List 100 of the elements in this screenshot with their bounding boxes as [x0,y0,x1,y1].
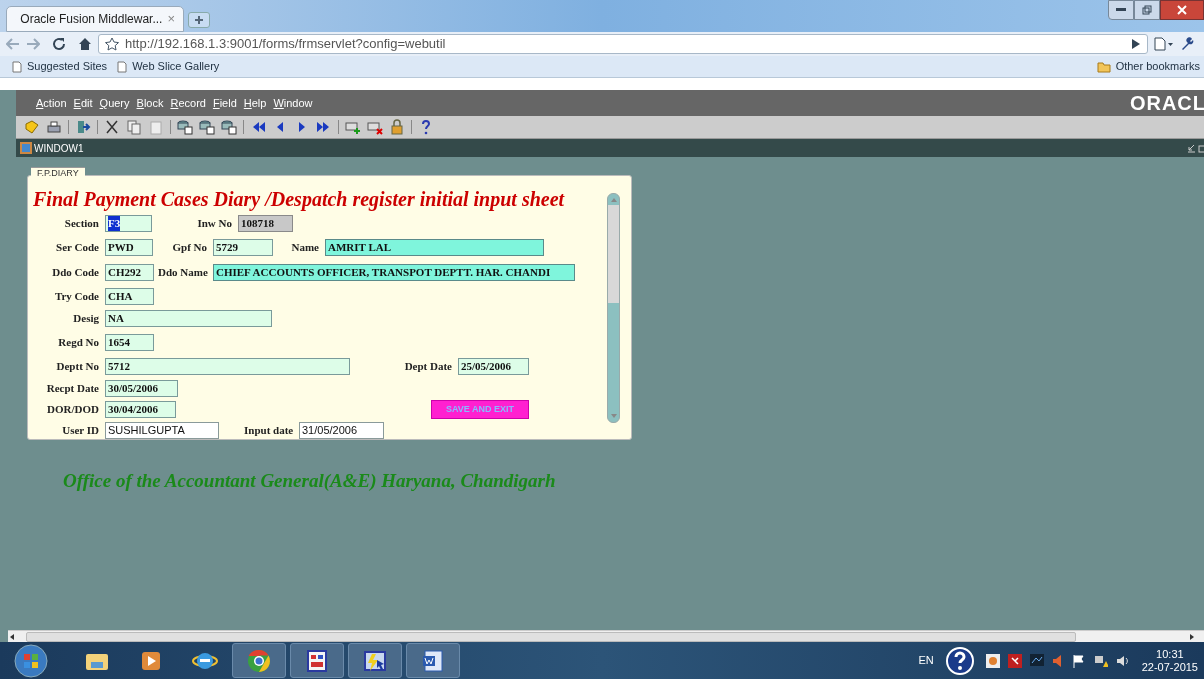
menu-item[interactable]: Help [243,94,267,112]
form-grid-icon[interactable] [304,647,330,674]
monitor-icon[interactable] [1029,653,1044,668]
shield-icon[interactable] [1007,653,1022,668]
form-title: Final Payment Cases Diary /Despatch register initial input sheet [33,187,566,211]
horizontal-scrollbar[interactable] [8,630,1204,642]
restore-icon [1142,5,1152,15]
minimize-icon[interactable] [1186,143,1196,153]
input-field[interactable]: 31/05/2006 [299,422,384,439]
field-label: Inw No [197,216,232,232]
field-label: Deptt No [55,358,99,374]
star-icon[interactable] [105,37,119,51]
clock[interactable]: 10:31 22-07-2015 [1141,647,1198,674]
input-field[interactable]: CHA [105,287,154,305]
input-field[interactable]: AMRIT LAL [325,239,544,256]
delete-record-icon[interactable] [367,119,383,135]
field-label: User ID [61,423,99,439]
menu-item[interactable]: Record [170,94,206,112]
input-field[interactable]: 108718 [238,215,293,232]
address-field[interactable]: http://192.168.1.3:9001/forms/frmservlet?config=webutil [98,34,1148,54]
input-field[interactable]: PWD [105,239,153,256]
chrome-icon[interactable] [246,647,272,674]
field-label: Try Code [53,288,99,304]
browser-tab[interactable]: Oracle Fusion Middlewar... × [6,6,184,32]
field-label: Regd No [57,334,99,350]
go-icon[interactable] [1131,38,1141,50]
tab-title: Oracle Fusion Middlewar... [20,11,163,28]
menu-item[interactable]: Block [136,94,164,112]
input-field[interactable]: 1654 [105,333,154,351]
field-label: Input date [244,423,293,439]
scroll-right-icon[interactable] [1188,632,1196,641]
input-field[interactable]: 30/04/2006 [105,401,176,418]
new-tab-button[interactable] [188,12,210,28]
start-orb-icon[interactable] [14,643,48,678]
field-label: Name [291,240,319,256]
menu-item[interactable]: Edit [73,94,93,112]
speaker-muted-icon[interactable] [1051,653,1064,668]
page-menu-icon[interactable] [1154,37,1174,51]
input-field[interactable]: CHIEF ACCOUNTS OFFICER, TRANSPOT DEPTT. HAR. CHANDI [213,264,575,281]
field-label: Section [63,216,99,232]
clock-time: 10:31 [1156,647,1184,661]
field-label: DOR/DOD [46,402,99,418]
volume-icon[interactable] [1115,653,1128,668]
reload-icon[interactable] [52,37,66,51]
close-icon [1177,5,1187,15]
bookmark-link[interactable]: Web Slice Gallery [132,58,220,75]
scroll-left-icon[interactable] [8,632,16,641]
printer-icon[interactable] [46,119,62,135]
field-label: Dept Date [403,358,452,374]
insert-record-icon[interactable] [345,119,361,135]
page-icon [117,60,128,73]
query-icon[interactable] [199,119,215,135]
field-label: Ser Code [55,240,99,256]
url-text: http://192.168.1.3:9001/forms/frmservlet?config=webutil [125,35,446,54]
input-field[interactable]: CH292 [105,264,154,281]
scrollbar-thumb[interactable] [608,205,619,303]
field-label: Gpf No [171,240,207,256]
scrollbar-thumb[interactable] [26,631,1076,642]
clock-date: 22-07-2015 [1141,660,1198,674]
field-label: Ddo Code [51,265,99,281]
door-exit-icon[interactable] [75,119,91,135]
window-title: WINDOW1 [34,141,84,156]
query-icon[interactable] [177,119,193,135]
input-field[interactable]: 5712 [105,357,350,375]
bookmark-link[interactable]: Suggested Sites [27,58,108,75]
window-icon [20,142,32,154]
plus-icon [195,16,203,24]
menu-item[interactable]: Field [212,94,237,112]
input-field[interactable]: NA [105,310,272,327]
scissors-icon[interactable] [104,119,120,135]
restore-icon[interactable] [1198,143,1204,153]
field-label: Ddo Name [158,265,207,281]
bookmark-link[interactable]: Other bookmarks [1115,58,1200,75]
menu-item[interactable]: Window [273,94,313,112]
document-w-icon[interactable] [420,647,446,674]
help-icon[interactable] [945,646,974,675]
restore-button[interactable] [1134,0,1160,20]
menu-item[interactable]: Query [99,94,130,112]
close-button[interactable] [1160,0,1204,20]
minimize-button[interactable] [1108,0,1134,20]
input-field[interactable]: 25/05/2006 [458,357,529,375]
query-icon[interactable] [221,119,237,135]
page-icon [12,60,22,73]
lock-icon[interactable] [389,119,405,135]
flag-icon[interactable] [1071,653,1086,668]
language-indicator[interactable]: EN [918,652,934,669]
menu-item[interactable]: Action [36,94,67,112]
vertical-scrollbar[interactable] [607,193,620,423]
input-field[interactable]: F3 [105,215,152,232]
home-icon[interactable] [78,37,92,51]
copy-icon[interactable] [126,119,142,135]
field-label: Desig [72,311,99,327]
network-warning-icon[interactable] [1093,653,1108,668]
footer-caption: Office of the Accountant General(A&E) Haryana, Chandigarh [63,469,557,493]
java-icon[interactable] [985,653,1000,668]
input-field[interactable]: 30/05/2006 [105,380,178,397]
input-field[interactable]: SUSHILGUPTA [105,422,219,439]
input-field[interactable]: 5729 [213,239,273,256]
field-label: Recpt Date [45,381,99,397]
minimize-icon [1116,8,1126,12]
